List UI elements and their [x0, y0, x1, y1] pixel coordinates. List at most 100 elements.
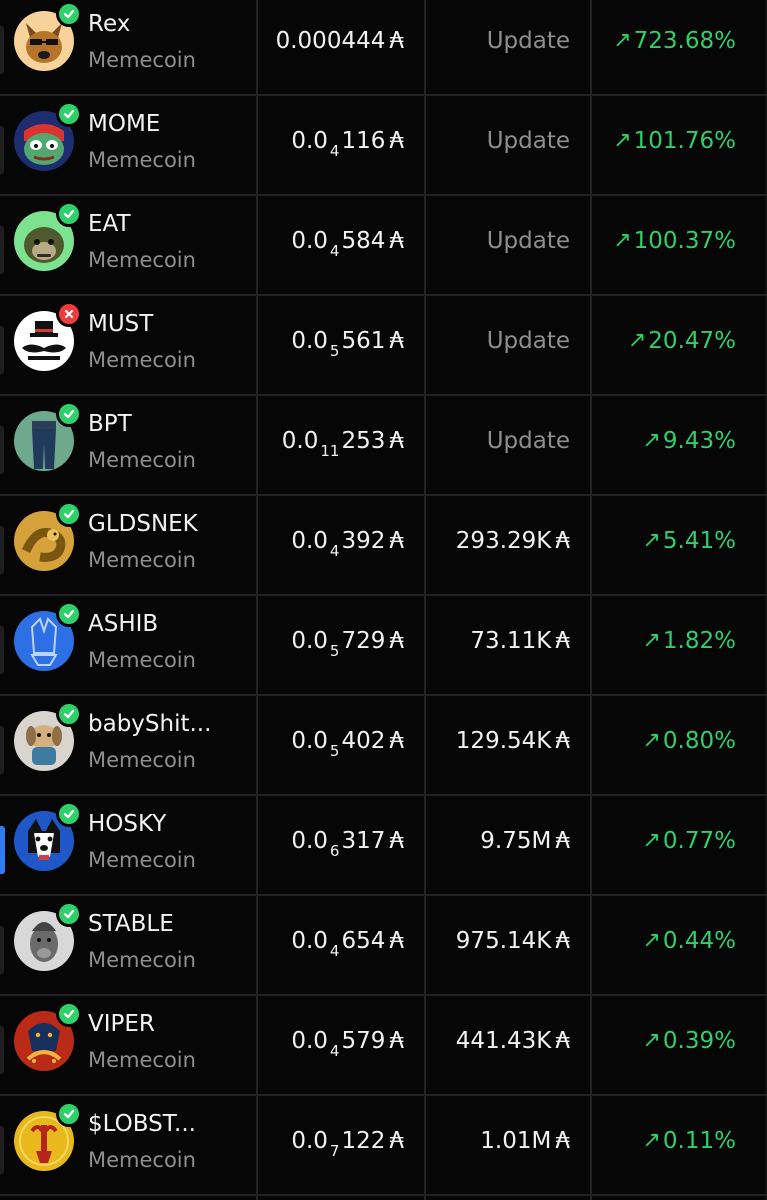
market-cap-value: 129.54K ₳: [424, 724, 570, 758]
token-name[interactable]: $LOBST...: [88, 1110, 196, 1138]
ada-currency-icon: ₳: [389, 528, 404, 554]
price-prefix: 0.0: [291, 1028, 328, 1054]
row-selection-indicator: [0, 926, 4, 974]
token-category: Memecoin: [88, 848, 196, 872]
token-name[interactable]: EAT: [88, 210, 131, 238]
token-price: 0.0 4 579 ₳: [258, 1024, 404, 1060]
ada-currency-icon: ₳: [555, 628, 570, 654]
up-arrow-icon: ↗: [642, 928, 661, 953]
token-avatar[interactable]: [14, 201, 82, 271]
change-percentage: 100.37%: [633, 228, 736, 254]
price-zero-count-subscript: 4: [329, 242, 340, 260]
verified-check-icon: [56, 601, 82, 627]
token-avatar[interactable]: [14, 601, 82, 671]
token-row[interactable]: STABLE Memecoin 0.0 4 654 ₳ 975.14K ₳ ↗ 0.44%: [0, 896, 767, 996]
token-avatar[interactable]: [14, 401, 82, 471]
up-arrow-icon: ↗: [642, 1028, 661, 1053]
row-selection-indicator: [0, 26, 4, 74]
token-avatar[interactable]: [14, 101, 82, 171]
token-row[interactable]: EAT Memecoin 0.0 4 584 ₳ Update ↗ 100.37%: [0, 196, 767, 296]
row-selection-indicator: [0, 626, 4, 674]
token-price: 0.0 5 561 ₳: [258, 324, 404, 360]
row-selection-indicator: [0, 826, 5, 874]
price-significant-digits: 392: [341, 528, 386, 554]
price-prefix: 0.0: [291, 628, 328, 654]
row-selection-indicator: [0, 1126, 4, 1174]
price-change: ↗ 0.80%: [592, 724, 736, 758]
market-cap-value: 293.29K ₳: [424, 524, 570, 558]
token-row[interactable]: Rex Memecoin 0.000444 ₳ Update ↗ 723.68%: [0, 0, 767, 96]
token-avatar[interactable]: [14, 701, 82, 771]
price-zero-count-subscript: 4: [329, 142, 340, 160]
token-name[interactable]: ASHIB: [88, 610, 158, 638]
change-percentage: 9.43%: [662, 428, 736, 454]
verified-check-icon: [56, 1101, 82, 1127]
token-name[interactable]: MUST: [88, 310, 153, 338]
row-selection-indicator: [0, 1026, 4, 1074]
token-row[interactable]: HOSKY Memecoin 0.0 6 317 ₳ 9.75M ₳ ↗ 0.77%: [0, 796, 767, 896]
token-name[interactable]: HOSKY: [88, 810, 166, 838]
price-significant-digits: 579: [341, 1028, 386, 1054]
market-cap-text: 129.54K: [455, 728, 552, 754]
market-cap-value: 975.14K ₳: [424, 924, 570, 958]
token-row[interactable]: babyShit... Memecoin 0.0 5 402 ₳ 129.54K ₳ ↗ 0.80…: [0, 696, 767, 796]
update-market-cap-button[interactable]: Update: [424, 124, 570, 158]
price-significant-digits: 729: [341, 628, 386, 654]
update-market-cap-button[interactable]: Update: [424, 324, 570, 358]
token-avatar[interactable]: [14, 501, 82, 571]
token-name[interactable]: STABLE: [88, 910, 174, 938]
price-zero-count-subscript: 5: [329, 742, 340, 760]
token-row[interactable]: GLDSNEK Memecoin 0.0 4 392 ₳ 293.29K ₳ ↗ 5.41%: [0, 496, 767, 596]
token-category: Memecoin: [88, 748, 196, 772]
price-significant-digits: 402: [341, 728, 386, 754]
market-cap-text: Update: [486, 328, 570, 354]
row-selection-indicator: [0, 726, 4, 774]
token-name[interactable]: VIPER: [88, 1010, 155, 1038]
token-avatar[interactable]: [14, 801, 82, 871]
update-market-cap-button[interactable]: Update: [424, 424, 570, 458]
change-percentage: 723.68%: [633, 28, 736, 54]
update-market-cap-button[interactable]: Update: [424, 24, 570, 58]
verified-check-icon: [56, 901, 82, 927]
price-change: ↗ 101.76%: [592, 124, 736, 158]
token-row[interactable]: ASHIB Memecoin 0.0 5 729 ₳ 73.11K ₳ ↗ 1.82%: [0, 596, 767, 696]
token-avatar[interactable]: [14, 1, 82, 71]
up-arrow-icon: ↗: [642, 628, 661, 653]
token-name[interactable]: babyShit...: [88, 710, 211, 738]
market-cap-text: 73.11K: [470, 628, 552, 654]
update-market-cap-button[interactable]: Update: [424, 224, 570, 258]
price-significant-digits: 253: [341, 428, 386, 454]
token-avatar[interactable]: [14, 301, 82, 371]
price-prefix: 0.0: [291, 728, 328, 754]
token-category: Memecoin: [88, 948, 196, 972]
market-cap-text: Update: [486, 28, 570, 54]
token-row[interactable]: VIPER Memecoin 0.0 4 579 ₳ 441.43K ₳ ↗ 0.39%: [0, 996, 767, 1096]
row-selection-indicator: [0, 126, 4, 174]
up-arrow-icon: ↗: [613, 128, 632, 153]
price-zero-count-subscript: 4: [329, 942, 340, 960]
price-significant-digits: 654: [341, 928, 386, 954]
token-price: 0.0 4 654 ₳: [258, 924, 404, 960]
token-price: 0.0 7 122 ₳: [258, 1124, 404, 1160]
token-name[interactable]: Rex: [88, 10, 130, 38]
change-percentage: 101.76%: [633, 128, 736, 154]
token-row[interactable]: BPT Memecoin 0.0 11 253 ₳ Update ↗ 9.43%: [0, 396, 767, 496]
token-avatar[interactable]: [14, 901, 82, 971]
verified-check-icon: [56, 501, 82, 527]
token-name[interactable]: BPT: [88, 410, 132, 438]
price-zero-count-subscript: 5: [329, 342, 340, 360]
verified-check-icon: [56, 701, 82, 727]
token-avatar[interactable]: [14, 1101, 82, 1171]
price-significant-digits: 584: [341, 228, 386, 254]
price-prefix: 0.000444: [275, 28, 386, 54]
token-row[interactable]: MUST Memecoin 0.0 5 561 ₳ Update ↗ 20.47%: [0, 296, 767, 396]
token-name[interactable]: MOME: [88, 110, 160, 138]
token-row[interactable]: MOME Memecoin 0.0 4 116 ₳ Update ↗ 101.76%: [0, 96, 767, 196]
token-avatar[interactable]: [14, 1001, 82, 1071]
market-cap-text: 293.29K: [455, 528, 552, 554]
price-change: ↗ 0.44%: [592, 924, 736, 958]
ada-currency-icon: ₳: [555, 728, 570, 754]
token-name[interactable]: GLDSNEK: [88, 510, 198, 538]
token-row[interactable]: $LOBST... Memecoin 0.0 7 122 ₳ 1.01M ₳ ↗ 0.11%: [0, 1096, 767, 1196]
change-percentage: 5.41%: [662, 528, 736, 554]
